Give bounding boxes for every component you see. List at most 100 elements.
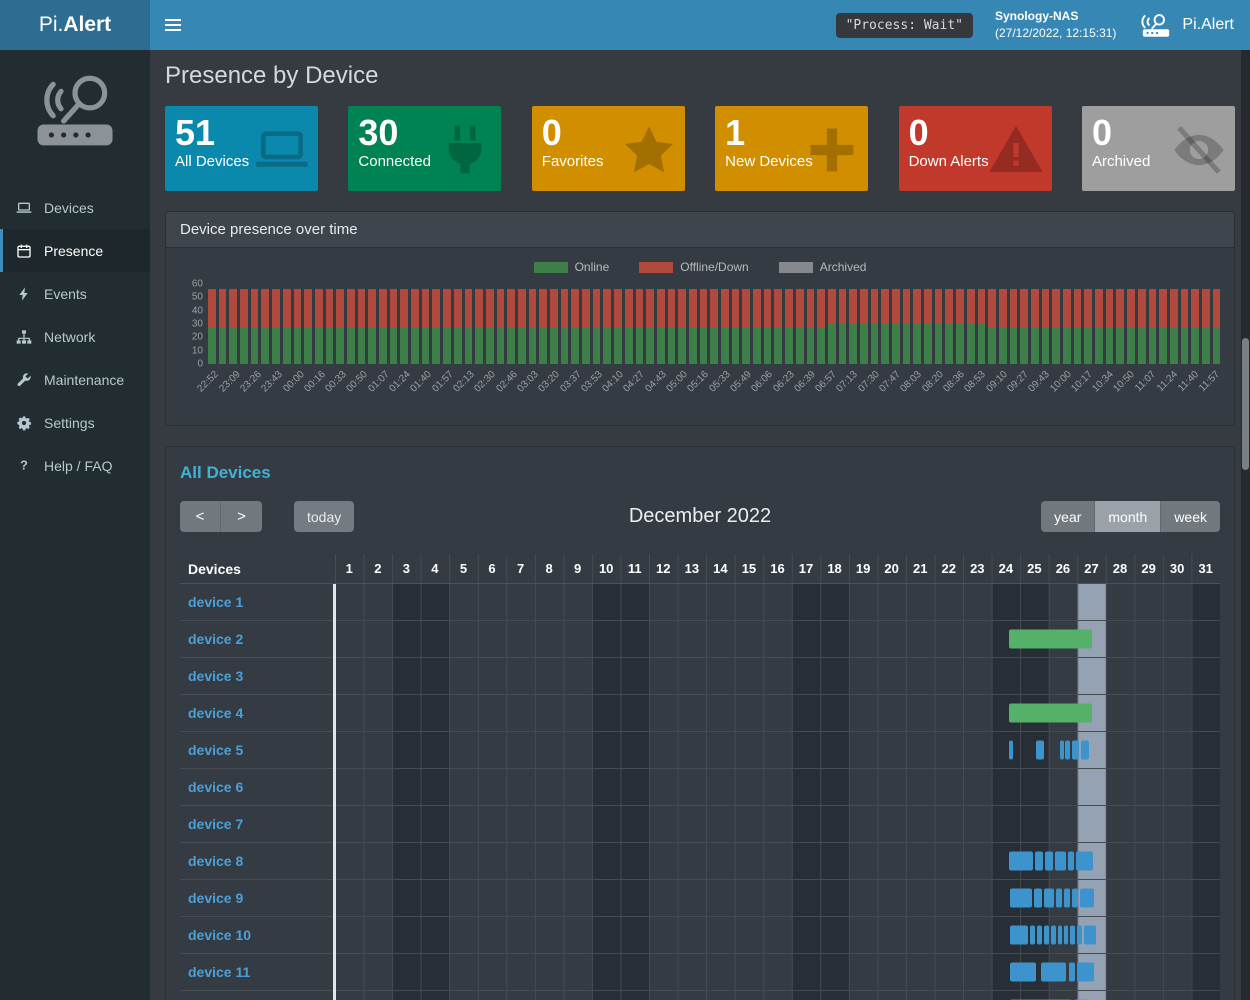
stat-card-connected[interactable]: 30Connected [348,106,501,191]
stat-card-archived[interactable]: 0Archived [1082,106,1235,191]
x-tick-label: 10:17 [1069,369,1094,394]
legend-label: Offline/Down [680,260,748,274]
chart-bar-segment-online [978,324,986,364]
device-link[interactable]: device 9 [180,880,335,916]
day-header-3: 3 [392,561,421,576]
device-link[interactable]: device 5 [180,732,335,768]
device-link[interactable]: device 10 [180,917,335,953]
chart-bar-segment-online [839,324,847,364]
calendar-view-year[interactable]: year [1041,501,1095,532]
chart-bar [379,289,387,364]
page-scrollbar-thumb[interactable] [1242,338,1249,470]
app-logo[interactable]: Pi.Alert [0,0,150,50]
chart-bar-segment-offline-down [913,289,921,324]
chart-bar-segment-online [315,328,323,364]
day-header-17: 17 [792,561,821,576]
chart-bar-segment-offline-down [1042,289,1050,326]
chart-y-axis: 0102030405060 [180,284,208,364]
device-timeline [335,769,1220,805]
x-tick-label: 00:50 [345,369,370,394]
sidebar-item-network[interactable]: Network [0,315,150,358]
device-link[interactable]: device 1 [180,584,335,620]
stat-card-favorites[interactable]: 0Favorites [532,106,685,191]
chart-bar [1010,289,1018,364]
chart-bar-segment-online [636,328,644,364]
chart-bar-segment-online [304,328,312,364]
chart-bar-segment-offline-down [839,289,847,324]
y-tick-label: 60 [192,279,203,290]
device-link[interactable]: device 8 [180,843,335,879]
eye-slash-icon [1171,122,1227,178]
sidebar-item-events[interactable]: Events [0,272,150,315]
chart-bar-segment-offline-down [903,289,911,324]
device-link[interactable]: device 12 [180,991,335,1000]
chart-bar-segment-offline-down [486,289,494,328]
calendar-next-button[interactable]: > [221,501,262,532]
plus-icon [804,122,860,178]
star-icon [621,122,677,178]
calendar-view-week[interactable]: week [1161,501,1220,532]
chart-bar-segment-online [1063,327,1071,364]
chart-bar-segment-online [1052,327,1060,364]
chart-bar [283,289,291,364]
stat-card-down-alerts[interactable]: 0Down Alerts [899,106,1052,191]
device-link[interactable]: device 6 [180,769,335,805]
device-row: device 8 [180,843,1220,880]
chart-bar [529,289,537,364]
sidebar-item-settings[interactable]: Settings [0,401,150,444]
chart-bar-segment-online [1170,327,1178,364]
chart-bar-segment-offline-down [710,289,718,328]
sidebar-item-presence[interactable]: Presence [0,229,150,272]
chart-bar-segment-offline-down [411,289,419,328]
day-header-20: 20 [877,561,906,576]
calendar-view-month[interactable]: month [1095,501,1161,532]
chart-bar [550,289,558,364]
device-link[interactable]: device 3 [180,658,335,694]
sidebar-toggle-button[interactable] [150,0,196,50]
x-tick-label: 07:47 [877,369,902,394]
chart-bar [678,289,686,364]
calendar-prev-button[interactable]: < [180,501,221,532]
chart-bar-segment-online [999,327,1007,364]
presence-bar-blue [1058,926,1062,945]
x-tick-label: 06:39 [792,369,817,394]
sidebar-item-help-faq[interactable]: ?Help / FAQ [0,444,150,487]
chart-bar [710,289,718,364]
sidebar-item-maintenance[interactable]: Maintenance [0,358,150,401]
chart-bar-segment-online [582,328,590,364]
question-icon: ? [16,457,34,474]
chart-bar-segment-offline-down [1020,289,1028,326]
x-tick-label: 05:49 [728,369,753,394]
device-link[interactable]: device 11 [180,954,335,990]
day-header-24: 24 [992,561,1021,576]
chart-bar-segment-offline-down [432,289,440,328]
device-link[interactable]: device 2 [180,621,335,657]
x-tick-label: 11:40 [1176,369,1201,394]
sidebar-item-devices[interactable]: Devices [0,186,150,229]
chart-bar [774,289,782,364]
chart-bar-segment-online [753,328,761,364]
chart-bar-segment-online [1074,327,1082,364]
device-link[interactable]: device 7 [180,806,335,842]
presence-bar-blue [1009,852,1033,871]
calendar-today-button[interactable]: today [294,501,354,532]
chart-bar [240,289,248,364]
x-tick-label: 01:57 [430,369,455,394]
page-title: Presence by Device [165,62,1235,90]
chart-bar [518,289,526,364]
presence-bar-blue [1072,741,1079,760]
chart-bar-segment-offline-down [497,289,505,328]
stat-card-all-devices[interactable]: 51All Devices [165,106,318,191]
chart-bar [978,289,986,364]
stat-card-new-devices[interactable]: 1New Devices [715,106,868,191]
x-tick-label: 10:34 [1090,369,1115,394]
chart-bar-segment-offline-down [390,289,398,328]
device-timeline [335,584,1220,620]
x-tick-label: 11:57 [1198,369,1223,394]
device-row: device 2 [180,621,1220,658]
device-link[interactable]: device 4 [180,695,335,731]
chart-bar [892,289,900,364]
navbar-brand-right: Pi.Alert [1140,12,1250,38]
chart-bar-segment-offline-down [294,289,302,328]
chart-bar [721,289,729,364]
